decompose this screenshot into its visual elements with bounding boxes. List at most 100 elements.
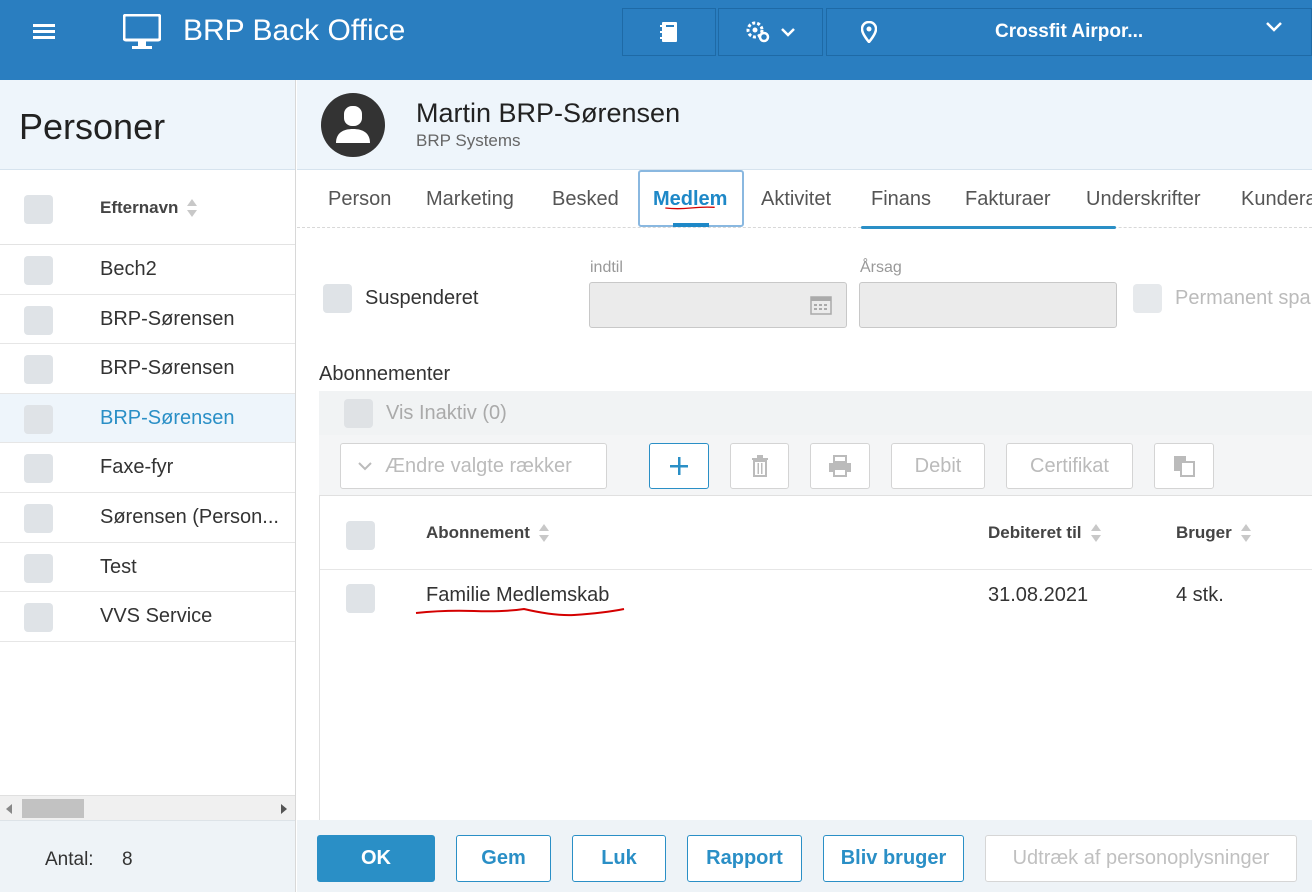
calendar-icon[interactable] <box>810 295 832 315</box>
row-checkbox[interactable] <box>346 584 375 613</box>
list-item[interactable]: BRP-Sørensen <box>0 295 295 345</box>
row-checkbox[interactable] <box>24 553 53 583</box>
persons-column-header: Efternavn <box>0 170 295 245</box>
column-header-subscription[interactable]: Abonnement <box>426 523 550 544</box>
row-checkbox[interactable] <box>24 454 53 484</box>
table-row[interactable]: Familie Medlemskab 31.08.2021 4 stk. <box>320 571 1312 626</box>
tab-marketing[interactable]: Marketing <box>426 188 514 211</box>
partial-blue-bar <box>861 226 1116 229</box>
debit-button[interactable]: Debit <box>891 443 985 489</box>
tab-besked[interactable]: Besked <box>552 188 619 211</box>
tab-person[interactable]: Person <box>328 188 391 211</box>
row-checkbox[interactable] <box>24 256 53 285</box>
select-all-subscriptions-checkbox[interactable] <box>346 521 375 550</box>
person-header: Martin BRP-Sørensen BRP Systems <box>297 80 1312 170</box>
certificate-button[interactable]: Certifikat <box>1006 443 1133 489</box>
show-inactive-checkbox[interactable] <box>344 399 373 428</box>
add-subscription-button[interactable] <box>649 443 709 489</box>
copy-button[interactable] <box>1154 443 1214 489</box>
row-checkbox[interactable] <box>24 603 53 633</box>
person-surname: BRP-Sørensen <box>100 307 235 330</box>
tab-finans[interactable]: Finans <box>871 188 931 211</box>
sort-icon <box>1090 523 1102 544</box>
suspended-checkbox[interactable] <box>323 284 352 313</box>
show-inactive-bar: Vis Inaktiv (0) <box>319 391 1312 435</box>
list-item[interactable]: BRP-Sørensen <box>0 344 295 394</box>
persons-title: Personer <box>0 80 295 170</box>
chevron-down-icon <box>358 462 372 471</box>
subscription-name[interactable]: Familie Medlemskab <box>426 584 609 607</box>
column-header-label: Debiteret til <box>988 523 1082 542</box>
red-underline-annotation <box>415 607 625 617</box>
person-surname: BRP-Sørensen <box>100 406 235 429</box>
chevron-down-icon <box>780 28 795 37</box>
row-checkbox[interactable] <box>24 404 53 434</box>
reason-label: Årsag <box>860 259 902 276</box>
printer-icon <box>829 455 851 477</box>
until-date-field[interactable] <box>589 282 847 328</box>
scroll-left-icon[interactable] <box>6 804 12 814</box>
delete-button[interactable] <box>730 443 789 489</box>
row-checkbox[interactable] <box>24 503 53 533</box>
suspended-label: Suspenderet <box>365 287 479 309</box>
row-checkbox[interactable] <box>24 305 53 335</box>
scroll-right-icon[interactable] <box>281 804 287 814</box>
tab-fakturaer[interactable]: Fakturaer <box>965 188 1051 211</box>
select-all-checkbox[interactable] <box>24 195 53 224</box>
print-button[interactable] <box>810 443 870 489</box>
person-surname: BRP-Sørensen <box>100 357 235 380</box>
show-inactive-label: Vis Inaktiv (0) <box>386 402 507 424</box>
person-surname: VVS Service <box>100 605 213 628</box>
list-item[interactable]: Test <box>0 543 295 593</box>
scrollbar-thumb[interactable] <box>22 799 84 818</box>
column-header-label: Abonnement <box>426 523 530 542</box>
persons-list: Bech2 BRP-Sørensen BRP-Sørensen BRP-Sørense… <box>0 245 295 642</box>
person-surname: Bech2 <box>100 258 157 280</box>
count-label: Antal: <box>45 849 94 870</box>
persons-footer: Antal: 8 <box>0 820 295 892</box>
row-checkbox[interactable] <box>24 355 53 385</box>
report-button[interactable]: Rapport <box>687 835 802 882</box>
notebook-icon <box>660 22 677 42</box>
red-underline-annotation <box>665 206 715 210</box>
column-header-efternavn[interactable]: Efternavn <box>100 198 198 219</box>
grid-header: Abonnement Debiteret til Bruger <box>320 496 1312 570</box>
list-item[interactable]: Faxe-fyr <box>0 443 295 493</box>
app-title: BRP Back Office <box>183 14 406 47</box>
export-personal-data-button[interactable]: Udtræk af personoplysninger <box>985 835 1297 882</box>
subscriptions-toolbar: Ændre valgte rækker Debit Certifikat <box>319 435 1312 496</box>
become-user-button[interactable]: Bliv bruger <box>823 835 964 882</box>
column-header-billed-until[interactable]: Debiteret til <box>988 523 1102 544</box>
save-button[interactable]: Gem <box>456 835 551 882</box>
monitor-icon <box>123 14 161 49</box>
users-value: 4 stk. <box>1176 584 1224 606</box>
list-item[interactable]: Sørensen (Person... <box>0 493 295 543</box>
settings-dropdown-button[interactable] <box>718 8 823 56</box>
list-item[interactable]: VVS Service <box>0 592 295 642</box>
tab-underskrifter[interactable]: Underskrifter <box>1086 188 1200 211</box>
chevron-down-icon <box>1266 22 1282 32</box>
persons-panel: Personer Efternavn Bech2 BRP-Sørensen BRP-… <box>0 80 296 892</box>
list-item[interactable]: BRP-Sørensen <box>0 393 295 444</box>
horizontal-scrollbar[interactable] <box>0 795 295 820</box>
gears-icon <box>746 21 769 43</box>
plus-icon <box>670 457 688 475</box>
notebook-button[interactable] <box>622 8 716 56</box>
tab-kundera[interactable]: Kundera <box>1241 188 1312 211</box>
location-pin-icon <box>861 21 877 43</box>
tab-aktivitet[interactable]: Aktivitet <box>761 188 831 211</box>
column-header-label: Efternavn <box>100 198 179 217</box>
billed-until-value: 31.08.2021 <box>988 584 1089 606</box>
ok-button[interactable]: OK <box>317 835 435 882</box>
reason-field[interactable] <box>859 282 1117 328</box>
bulk-edit-dropdown[interactable]: Ændre valgte rækker <box>340 443 607 489</box>
hamburger-menu-icon[interactable] <box>33 24 55 42</box>
person-organization: BRP Systems <box>416 131 521 150</box>
trash-icon <box>751 455 768 477</box>
permanent-checkbox[interactable] <box>1133 284 1162 313</box>
location-selector[interactable]: Crossfit Airpor... <box>826 8 1312 56</box>
close-button[interactable]: Luk <box>572 835 666 882</box>
column-header-users[interactable]: Bruger <box>1176 523 1252 544</box>
sort-icon <box>186 198 198 219</box>
list-item[interactable]: Bech2 <box>0 245 295 295</box>
